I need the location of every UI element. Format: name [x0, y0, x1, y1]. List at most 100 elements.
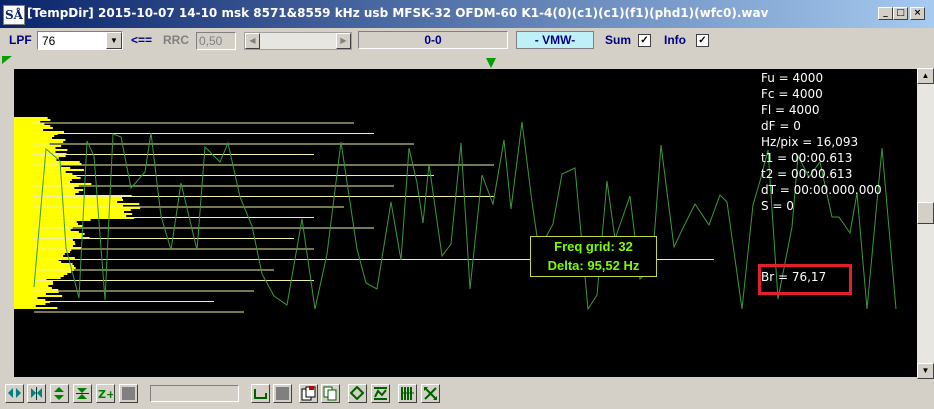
shrink-vertical-button[interactable]	[73, 384, 92, 403]
spectrum-bar	[14, 297, 38, 299]
info-label: Info	[664, 33, 686, 47]
spectrum-bar	[14, 267, 76, 269]
mode-indicator[interactable]: - VMW-	[516, 31, 594, 49]
square-button[interactable]	[273, 384, 292, 403]
level-button[interactable]	[251, 384, 270, 403]
spectrum-bar	[14, 201, 118, 203]
checkmark-icon: ✓	[698, 35, 707, 46]
spectrum-bar	[14, 305, 36, 307]
waveform-icon	[374, 387, 387, 400]
chevron-left-icon: ◀	[249, 36, 256, 45]
slider-right-button[interactable]: ▶	[336, 33, 351, 49]
shrink-horizontal-button[interactable]	[27, 384, 46, 403]
info-s: S = 0	[761, 199, 794, 213]
info-hzpix: Hz/pix = 16,093	[761, 135, 859, 149]
spectrum-bar	[14, 173, 73, 175]
cross-button[interactable]	[421, 384, 440, 403]
spectrum-bar	[14, 157, 59, 159]
spectrum-bar	[14, 167, 71, 169]
maximize-icon: □	[896, 8, 905, 18]
scroll-down-button[interactable]: ▼	[917, 363, 934, 379]
close-icon: ×	[913, 8, 922, 18]
save-file-button[interactable]	[299, 384, 318, 403]
spectrum-bar	[14, 213, 133, 215]
spectrum-bar	[14, 295, 63, 297]
spectrum-bar	[14, 125, 51, 127]
info-fc: Fc = 4000	[761, 87, 823, 101]
vertical-scrollbar[interactable]: ▲ ▼	[917, 68, 934, 379]
info-df: dF = 0	[761, 119, 801, 133]
plot-area: Fu = 4000 Fc = 4000 Fl = 4000 dF = 0 Hz/…	[0, 56, 934, 379]
rrc-slider[interactable]: ◀ ▶	[244, 32, 352, 50]
freq-grid-label: Freq grid: 32 Delta: 95,52 Hz	[530, 236, 657, 277]
spectrum-bar	[14, 193, 76, 195]
spectrum-bar	[14, 155, 66, 157]
chevron-down-icon: ▼	[110, 36, 118, 45]
slider-left-button[interactable]: ◀	[245, 33, 260, 49]
spectrum-bar	[14, 285, 49, 287]
spectrum-bar	[14, 283, 53, 285]
apply-lpf-button[interactable]: <==	[131, 33, 152, 47]
time-ruler[interactable]	[0, 56, 917, 68]
bottom-toolbar: Z+	[0, 380, 934, 409]
delta-text: Delta: 95,52 Hz	[547, 258, 640, 273]
copy-icon	[323, 386, 337, 401]
spectrum-bar	[14, 199, 124, 201]
rrc-input[interactable]: 0,50	[196, 32, 236, 50]
stop-icon	[122, 387, 135, 400]
spectrum-bar	[14, 177, 81, 179]
expand-horizontal-button[interactable]	[5, 384, 24, 403]
spectrum-bar	[14, 275, 64, 277]
diamond-icon	[350, 386, 365, 401]
cursor-marker-icon	[486, 58, 496, 68]
diamond-button[interactable]	[348, 384, 367, 403]
lpf-value: 76	[42, 34, 56, 48]
spectrum-bar	[14, 127, 53, 129]
checkmark-icon: ✓	[640, 35, 649, 46]
info-t2: t2 = 00:00.613	[761, 167, 853, 181]
spectrum-bar	[14, 303, 46, 305]
expand-vertical-button[interactable]	[50, 384, 69, 403]
spectrum-bar	[14, 147, 56, 149]
minimize-button[interactable]: _	[878, 7, 893, 20]
grid-button[interactable]	[398, 384, 417, 403]
sum-checkbox[interactable]: ✓	[638, 34, 651, 47]
minimize-icon: _	[883, 8, 888, 18]
maximize-button[interactable]: □	[893, 7, 908, 20]
info-br: Br = 76,17	[761, 270, 827, 284]
spectrum-bar	[14, 139, 66, 141]
info-t1: t1 = 00:00.613	[761, 151, 853, 165]
spectrum-bar	[14, 257, 75, 259]
expand-vertical-icon	[54, 387, 64, 400]
close-button[interactable]: ×	[910, 7, 925, 20]
copy-button[interactable]	[321, 384, 340, 403]
title-bar[interactable]: SÅ [TempDir] 2015-10-07 14-10 msk 8571&8…	[0, 0, 934, 28]
scroll-thumb[interactable]	[917, 202, 934, 224]
waveform-button[interactable]	[371, 384, 390, 403]
lpf-dropdown-button[interactable]: ▼	[106, 32, 122, 49]
spectrum-bar	[14, 149, 68, 151]
info-checkbox[interactable]: ✓	[696, 34, 709, 47]
spectrum-bar	[14, 209, 131, 211]
lpf-select[interactable]: 76 ▼	[37, 31, 123, 50]
grid-icon	[401, 387, 414, 400]
chevron-up-icon: ▲	[921, 71, 930, 80]
spectrum-bar	[14, 117, 48, 119]
info-dt: dT = 00:00.000.000	[761, 183, 882, 197]
scroll-up-button[interactable]: ▲	[917, 68, 934, 84]
spectrum-bar	[14, 277, 61, 279]
spectrum-bar	[14, 265, 74, 267]
spectrum-bar	[14, 221, 77, 223]
info-fl: Fl = 4000	[761, 103, 820, 117]
level-icon	[254, 389, 267, 399]
spectrum-bar	[14, 263, 73, 265]
spectrum-bar	[14, 135, 55, 137]
spectrum-bar	[14, 203, 140, 205]
zoom-plus-button[interactable]: Z+	[96, 384, 115, 403]
app-logo-icon: SÅ	[3, 5, 25, 25]
chevron-down-icon: ▼	[921, 366, 930, 375]
cross-icon	[424, 387, 437, 400]
spectrum-bar	[14, 141, 64, 143]
stop-button[interactable]	[119, 384, 138, 403]
spectrum-bar	[14, 211, 124, 213]
